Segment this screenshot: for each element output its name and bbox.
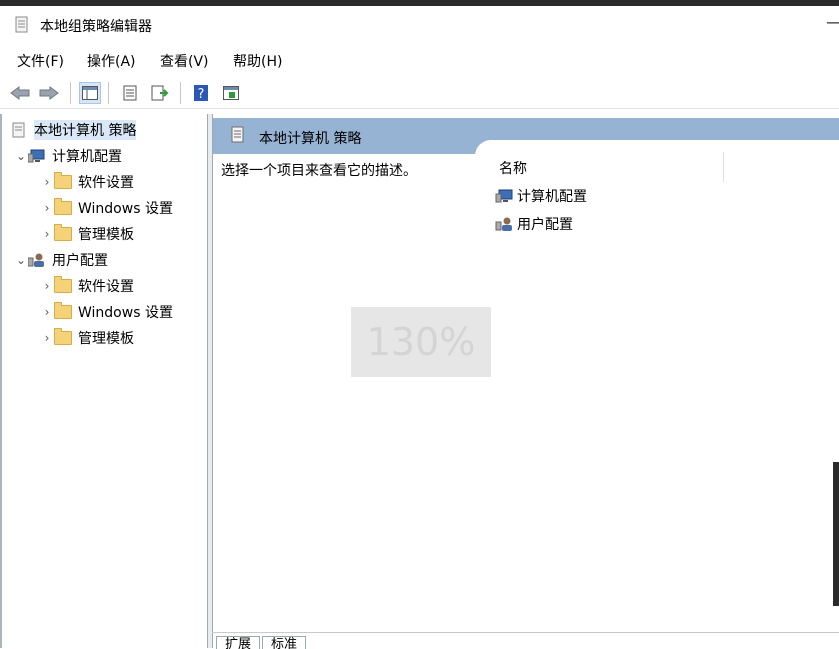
chevron-right-icon[interactable]: › <box>40 331 54 345</box>
tree-item-label: 管理模板 <box>78 331 134 347</box>
column-divider[interactable] <box>723 152 724 182</box>
properties-icon[interactable] <box>119 82 141 104</box>
tree-item-admin-templates[interactable]: › 管理模板 <box>40 326 134 350</box>
list-item-label: 计算机配置 <box>517 189 587 205</box>
user-icon <box>495 217 512 231</box>
tree-computer-config[interactable]: ⌄ 计算机配置 <box>14 144 122 168</box>
tree-computer-config-label: 计算机配置 <box>52 149 122 165</box>
folder-icon <box>54 302 72 319</box>
folder-icon <box>54 198 72 215</box>
title-bar: 本地组策略编辑器 — <box>0 6 839 44</box>
tree-item-label: 管理模板 <box>78 227 134 243</box>
toolbar: ? <box>0 76 839 109</box>
tree-user-config[interactable]: ⌄ 用户配置 <box>14 248 108 272</box>
svg-text:?: ? <box>198 87 205 102</box>
menu-action[interactable]: 操作(A) <box>87 51 136 71</box>
zoom-overlay: 130% <box>351 307 491 377</box>
scrollbar-thumb[interactable] <box>833 462 839 606</box>
folder-icon <box>54 172 72 189</box>
user-icon <box>28 253 44 267</box>
tree-pane[interactable]: 本地计算机 策略 ⌄ 计算机配置 › 软件设置 › Windows 设置 › 管… <box>0 114 208 648</box>
show-hide-tree-icon[interactable] <box>79 82 101 104</box>
tree-item-label: 软件设置 <box>78 279 134 295</box>
header-curve <box>475 140 839 180</box>
policy-icon <box>12 122 25 138</box>
list-item-computer-config[interactable]: 计算机配置 <box>495 184 587 208</box>
chevron-right-icon[interactable]: › <box>40 305 54 319</box>
chevron-right-icon[interactable]: › <box>40 279 54 293</box>
chevron-right-icon[interactable]: › <box>40 201 54 215</box>
menu-file[interactable]: 文件(F) <box>17 51 64 71</box>
menu-help[interactable]: 帮助(H) <box>233 51 282 71</box>
tree-item-windows-settings[interactable]: › Windows 设置 <box>40 196 173 220</box>
description-text: 选择一个项目来查看它的描述。 <box>221 163 417 179</box>
folder-icon <box>54 224 72 241</box>
tree-item-admin-templates[interactable]: › 管理模板 <box>40 222 134 246</box>
folder-icon <box>54 328 72 345</box>
list-item-label: 用户配置 <box>517 217 573 233</box>
export-list-icon[interactable] <box>149 82 171 104</box>
tree-item-label: Windows 设置 <box>78 305 173 321</box>
tree-item-label: 软件设置 <box>78 175 134 191</box>
tree-item-label: Windows 设置 <box>78 201 173 217</box>
folder-icon <box>54 276 72 293</box>
details-title: 本地计算机 策略 <box>259 131 362 147</box>
menu-bar: 文件(F) 操作(A) 查看(V) 帮助(H) <box>0 46 839 74</box>
forward-arrow-icon[interactable] <box>38 82 60 104</box>
minimize-button[interactable]: — <box>826 12 839 33</box>
details-pane: 本地计算机 策略 选择一个项目来查看它的描述。 名称 计算机配置 用户配置 <box>212 114 839 648</box>
tree-root-label: 本地计算机 策略 <box>34 120 137 140</box>
view-tabs: 扩展 标准 <box>216 636 308 649</box>
policy-app-icon <box>15 16 28 33</box>
chevron-down-icon[interactable]: ⌄ <box>14 253 28 267</box>
chevron-right-icon[interactable]: › <box>40 175 54 189</box>
tree-item-software[interactable]: › 软件设置 <box>40 274 134 298</box>
tab-standard[interactable]: 标准 <box>262 636 307 649</box>
show-hide-action-pane-icon[interactable] <box>220 82 242 104</box>
chevron-right-icon[interactable]: › <box>40 227 54 241</box>
tree-item-windows-settings[interactable]: › Windows 设置 <box>40 300 173 324</box>
menu-view[interactable]: 查看(V) <box>160 51 209 71</box>
tree-user-config-label: 用户配置 <box>52 253 108 269</box>
tab-baseline <box>212 632 839 633</box>
help-icon[interactable]: ? <box>190 82 212 104</box>
window-title: 本地组策略编辑器 <box>40 19 152 35</box>
back-arrow-icon[interactable] <box>9 82 31 104</box>
tab-extended[interactable]: 扩展 <box>216 636 261 649</box>
column-header-name[interactable]: 名称 <box>499 158 527 178</box>
policy-icon <box>231 126 244 143</box>
computer-icon <box>28 149 45 163</box>
list-item-user-config[interactable]: 用户配置 <box>495 212 573 236</box>
chevron-down-icon[interactable]: ⌄ <box>14 149 28 163</box>
tree-item-software[interactable]: › 软件设置 <box>40 170 134 194</box>
tree-root[interactable]: 本地计算机 策略 <box>10 118 137 142</box>
computer-icon <box>495 189 513 203</box>
